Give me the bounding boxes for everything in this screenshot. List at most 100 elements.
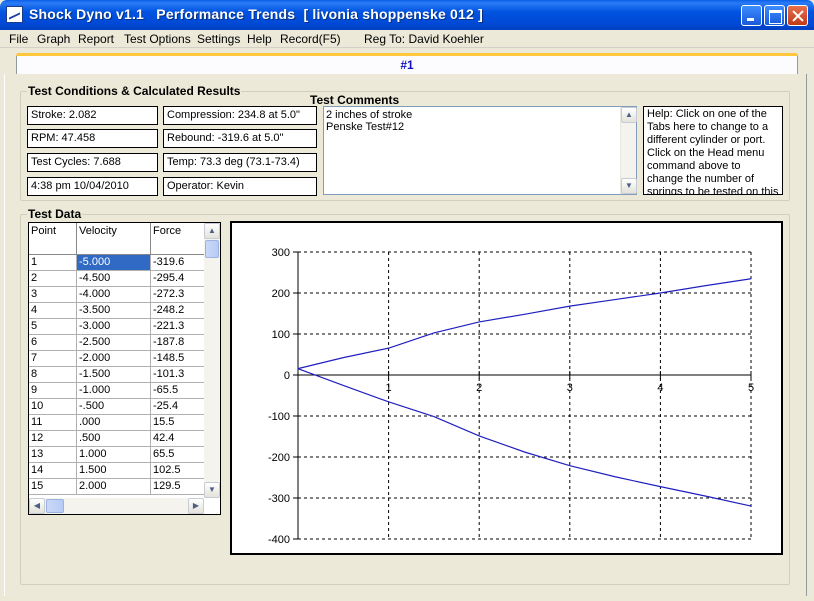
cell-point[interactable]: 11 xyxy=(29,415,77,431)
grid-horizontal-scrollbar[interactable]: ◀ ▶ xyxy=(29,498,204,514)
x-tick-label: 4 xyxy=(657,382,663,394)
cell-point[interactable]: 15 xyxy=(29,479,77,495)
test-data-grid[interactable]: Point Velocity Force 1 -5.000 -319.6 2 -4.50… xyxy=(28,222,221,515)
table-row[interactable]: 14 1.500 102.5 xyxy=(29,463,205,479)
table-row[interactable]: 13 1.000 65.5 xyxy=(29,447,205,463)
cell-velocity[interactable]: -4.500 xyxy=(77,271,151,287)
menu-file[interactable]: File xyxy=(9,32,28,46)
cell-force[interactable]: 42.4 xyxy=(151,431,205,447)
cell-force[interactable]: 102.5 xyxy=(151,463,205,479)
tab-label: #1 xyxy=(400,58,414,72)
cell-velocity[interactable]: 1.500 xyxy=(77,463,151,479)
y-tick-label: 100 xyxy=(272,329,290,341)
table-row[interactable]: 4 -3.500 -248.2 xyxy=(29,303,205,319)
table-row[interactable]: 5 -3.000 -221.3 xyxy=(29,319,205,335)
comments-textarea[interactable]: 2 inches of stroke Penske Test#12 ▲ ▼ xyxy=(323,106,637,195)
cell-velocity[interactable]: .000 xyxy=(77,415,151,431)
cell-point[interactable]: 2 xyxy=(29,271,77,287)
cell-velocity[interactable]: -.500 xyxy=(77,399,151,415)
cell-force[interactable]: -25.4 xyxy=(151,399,205,415)
table-row[interactable]: 9 -1.000 -65.5 xyxy=(29,383,205,399)
cell-velocity[interactable]: .500 xyxy=(77,431,151,447)
cell-point[interactable]: 9 xyxy=(29,383,77,399)
cell-velocity[interactable]: -1.000 xyxy=(77,383,151,399)
table-row[interactable]: 15 2.000 129.5 xyxy=(29,479,205,495)
cell-point[interactable]: 5 xyxy=(29,319,77,335)
cell-force[interactable]: -295.4 xyxy=(151,271,205,287)
stroke-field: Stroke: 2.082 xyxy=(27,106,158,125)
cell-force[interactable]: 65.5 xyxy=(151,447,205,463)
cell-force[interactable]: 15.5 xyxy=(151,415,205,431)
cell-force[interactable]: -248.2 xyxy=(151,303,205,319)
scroll-thumb[interactable] xyxy=(46,499,64,513)
menu-report[interactable]: Report xyxy=(78,32,114,46)
cell-point[interactable]: 10 xyxy=(29,399,77,415)
cell-velocity[interactable]: 2.000 xyxy=(77,479,151,495)
column-header-force[interactable]: Force xyxy=(151,223,205,255)
cell-point[interactable]: 4 xyxy=(29,303,77,319)
table-row[interactable]: 6 -2.500 -187.8 xyxy=(29,335,205,351)
cell-force[interactable]: -65.5 xyxy=(151,383,205,399)
minimize-button[interactable] xyxy=(741,5,762,26)
table-row[interactable]: 10 -.500 -25.4 xyxy=(29,399,205,415)
cell-force[interactable]: -272.3 xyxy=(151,287,205,303)
cell-force[interactable]: -101.3 xyxy=(151,367,205,383)
scroll-right-icon[interactable]: ▶ xyxy=(188,498,204,514)
cell-point[interactable]: 8 xyxy=(29,367,77,383)
cell-velocity[interactable]: -1.500 xyxy=(77,367,151,383)
scroll-up-icon[interactable]: ▲ xyxy=(621,107,637,123)
cycles-field: Test Cycles: 7.688 xyxy=(27,153,158,172)
menu-record[interactable]: Record(F5) xyxy=(280,32,341,46)
tab-1[interactable]: #1 xyxy=(16,53,798,74)
grid-vertical-scrollbar[interactable]: ▲ ▼ xyxy=(204,223,220,498)
cell-velocity[interactable]: -2.500 xyxy=(77,335,151,351)
cell-point[interactable]: 7 xyxy=(29,351,77,367)
scroll-down-icon[interactable]: ▼ xyxy=(621,178,637,194)
cell-force[interactable]: -187.8 xyxy=(151,335,205,351)
test-data-title: Test Data xyxy=(27,207,83,221)
close-button[interactable] xyxy=(787,5,808,26)
cell-point[interactable]: 14 xyxy=(29,463,77,479)
menu-help[interactable]: Help xyxy=(247,32,272,46)
cell-velocity[interactable]: -3.500 xyxy=(77,303,151,319)
cell-point[interactable]: 1 xyxy=(29,255,77,271)
performance-chart[interactable]: 300 200 100 0 -100 -200 -300 -400 1 2 3 4 5 xyxy=(230,221,783,555)
cell-velocity[interactable]: -5.000 xyxy=(77,255,151,271)
cell-point[interactable]: 12 xyxy=(29,431,77,447)
table-row[interactable]: 8 -1.500 -101.3 xyxy=(29,367,205,383)
scroll-down-icon[interactable]: ▼ xyxy=(204,482,220,498)
cell-force[interactable]: -148.5 xyxy=(151,351,205,367)
x-tick-label: 5 xyxy=(748,382,754,394)
maximize-button[interactable] xyxy=(764,5,785,26)
cell-velocity[interactable]: -2.000 xyxy=(77,351,151,367)
table-row[interactable]: 7 -2.000 -148.5 xyxy=(29,351,205,367)
cell-point[interactable]: 13 xyxy=(29,447,77,463)
column-header-velocity[interactable]: Velocity xyxy=(77,223,151,255)
cell-velocity[interactable]: -4.000 xyxy=(77,287,151,303)
menu-test-options[interactable]: Test Options xyxy=(124,32,191,46)
table-row[interactable]: 11.000 15.5 xyxy=(29,415,205,431)
cell-force[interactable]: 129.5 xyxy=(151,479,205,495)
table-row[interactable]: 1 -5.000 -319.6 xyxy=(29,255,205,271)
datetime-field: 4:38 pm 10/04/2010 xyxy=(27,177,158,196)
scroll-up-icon[interactable]: ▲ xyxy=(204,223,220,239)
table-row[interactable]: 2 -4.500 -295.4 xyxy=(29,271,205,287)
menu-graph[interactable]: Graph xyxy=(37,32,70,46)
table-row[interactable]: 3 -4.000 -272.3 xyxy=(29,287,205,303)
y-tick-label: 300 xyxy=(272,247,290,259)
cell-force[interactable]: -221.3 xyxy=(151,319,205,335)
column-header-point[interactable]: Point xyxy=(29,223,77,255)
table-row[interactable]: 12.500 42.4 xyxy=(29,431,205,447)
chart-icon[interactable] xyxy=(6,6,23,23)
scroll-left-icon[interactable]: ◀ xyxy=(29,498,45,514)
compression-series-line xyxy=(297,278,752,370)
comments-scrollbar[interactable]: ▲ ▼ xyxy=(620,107,637,194)
cell-point[interactable]: 3 xyxy=(29,287,77,303)
cell-force[interactable]: -319.6 xyxy=(151,255,205,271)
menu-settings[interactable]: Settings xyxy=(197,32,240,46)
cell-point[interactable]: 6 xyxy=(29,335,77,351)
scroll-thumb[interactable] xyxy=(205,240,219,258)
y-tick-label: -400 xyxy=(268,534,290,546)
cell-velocity[interactable]: -3.000 xyxy=(77,319,151,335)
cell-velocity[interactable]: 1.000 xyxy=(77,447,151,463)
